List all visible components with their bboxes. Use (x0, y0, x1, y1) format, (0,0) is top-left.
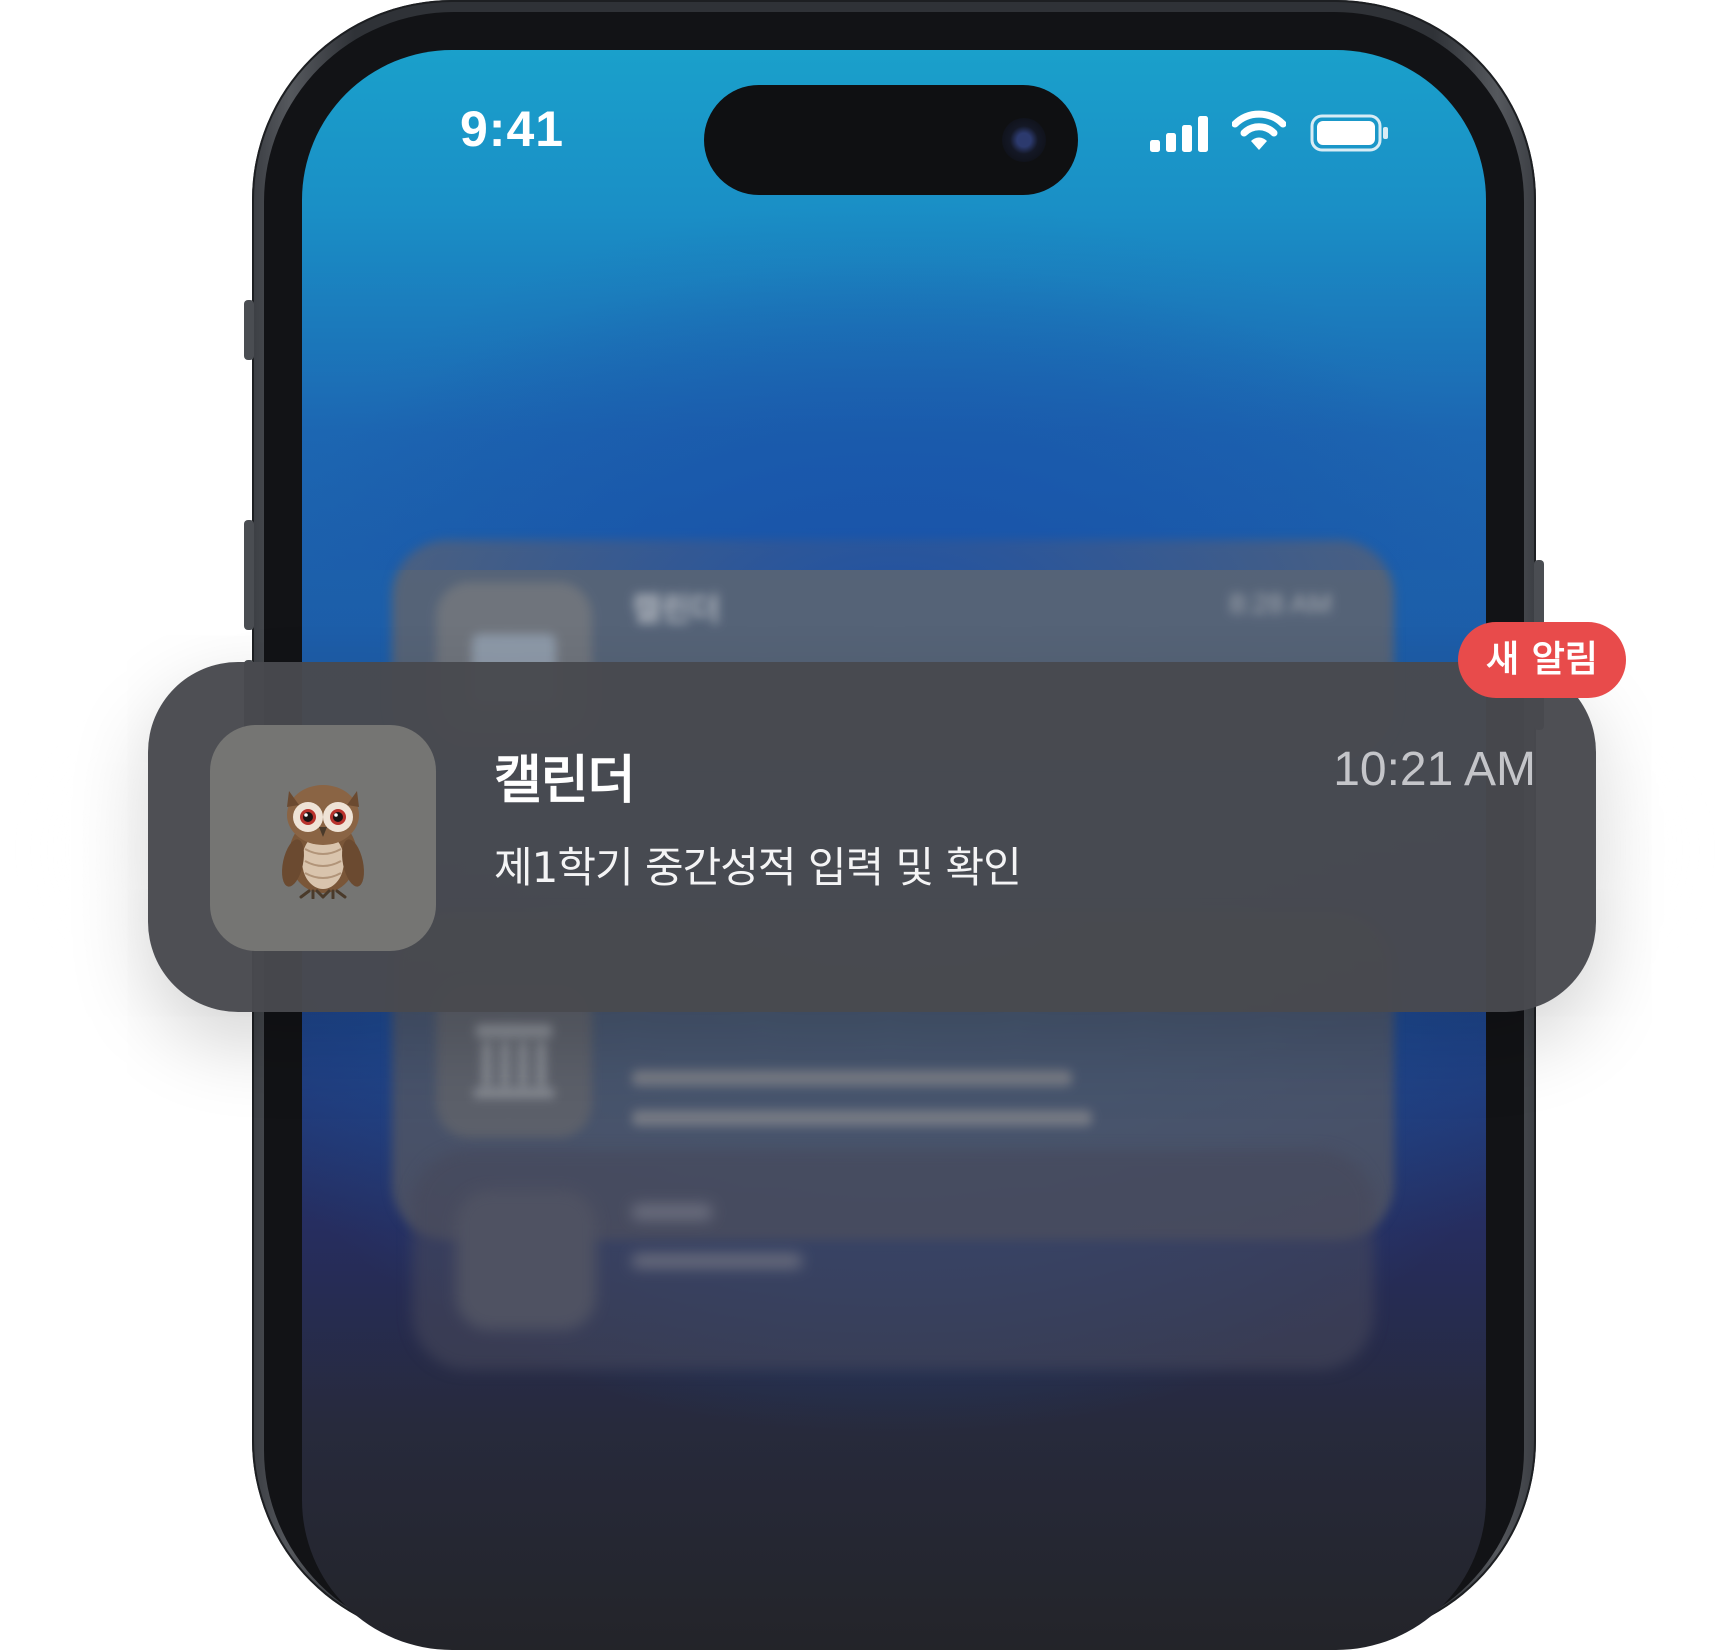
blurred-text-line (632, 1070, 1072, 1086)
status-bar-time: 9:41 (460, 101, 565, 157)
cellular-signal-icon (1150, 116, 1208, 152)
notification-app-name: 캘린더 (494, 751, 636, 811)
new-notification-badge: 새 알림 (1458, 622, 1626, 698)
blurred-text-line (632, 1254, 802, 1268)
blurred-text-line (632, 1110, 1092, 1126)
notification-message: 제1학기 중간성적 입력 및 확인 (494, 843, 1022, 892)
action-button (244, 300, 254, 360)
front-camera (1002, 118, 1046, 162)
background-notification[interactable] (412, 1150, 1374, 1370)
battery-icon (1310, 114, 1388, 152)
notification-time: 10:21 AM (1333, 743, 1536, 796)
blurred-text-line (632, 1204, 712, 1220)
owl-icon (282, 785, 364, 899)
background-notification-time: 8:28 AM (1229, 588, 1332, 619)
notification-banner[interactable]: 캘린더 10:21 AM 제1학기 중간성적 입력 및 확인 (148, 662, 1596, 1012)
volume-up-button (244, 520, 254, 630)
bank-icon (456, 1190, 596, 1330)
wifi-icon (1232, 110, 1286, 150)
background-notification-app-name: 캘린더 (632, 591, 721, 627)
app-icon (210, 725, 436, 951)
